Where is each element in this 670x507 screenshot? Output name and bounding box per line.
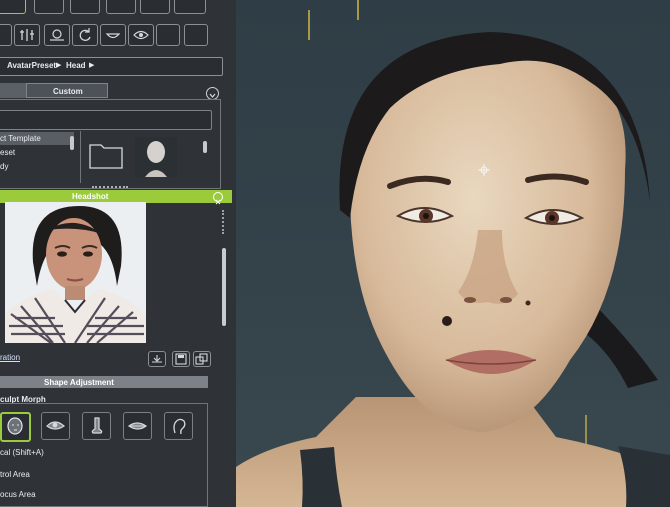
toolbar-mouth-button[interactable] xyxy=(100,24,126,46)
head-preset-image xyxy=(145,141,167,177)
shape-adjustment-title: Shape Adjustment xyxy=(44,378,114,387)
tree-item-template[interactable]: ct Template xyxy=(0,132,74,145)
toolbar-button-f[interactable] xyxy=(174,0,206,14)
toolbar-transform-button[interactable] xyxy=(14,24,40,46)
thumbnail-grid xyxy=(80,131,211,183)
refresh-icon xyxy=(79,28,91,41)
headshot-photo[interactable] xyxy=(5,202,146,343)
tab-bar: Custom xyxy=(0,83,110,98)
tab-custom-label: Custom xyxy=(53,87,83,96)
save-button[interactable] xyxy=(172,351,190,367)
head-icon xyxy=(7,417,23,435)
sculpt-nose-button[interactable] xyxy=(82,412,111,440)
headshot-title: Headshot xyxy=(72,192,109,201)
toolbar-head-button[interactable] xyxy=(44,24,70,46)
eye-icon xyxy=(46,421,65,430)
breadcrumb-separator-2: ▶ xyxy=(89,62,95,69)
toolbar-button-a[interactable] xyxy=(0,0,26,14)
control-area-label[interactable]: trol Area xyxy=(0,470,30,479)
thumbnail-scrollbar[interactable] xyxy=(203,141,207,153)
close-icon xyxy=(215,199,221,205)
toolbar-empty-button-2[interactable] xyxy=(184,24,208,46)
mouth-icon xyxy=(105,33,121,39)
toolbar-button-d[interactable] xyxy=(106,0,136,14)
sculpt-head-button[interactable] xyxy=(0,412,31,442)
breadcrumb-root[interactable]: AvatarPreset xyxy=(7,61,56,70)
transform-icon xyxy=(20,29,34,41)
import-icon xyxy=(152,355,162,363)
nose-icon xyxy=(91,417,103,434)
avatar-render xyxy=(236,0,670,507)
focus-area-label[interactable]: ocus Area xyxy=(0,490,36,499)
head-rotate-icon xyxy=(50,29,64,41)
toolbar-empty-button-1[interactable] xyxy=(156,24,180,46)
local-option-label[interactable]: cal (Shift+A) xyxy=(0,448,44,457)
breadcrumb-separator: ▶ xyxy=(56,62,62,69)
tree-item-body[interactable]: dy xyxy=(0,160,74,173)
generation-link[interactable]: ration xyxy=(0,353,20,362)
scroll-dots xyxy=(222,210,228,234)
shape-adjustment-header[interactable]: Shape Adjustment xyxy=(0,376,208,388)
photo-image xyxy=(5,202,146,343)
viewport-3d[interactable] xyxy=(236,0,670,507)
sculpt-ear-button[interactable] xyxy=(164,412,193,440)
copy-button[interactable] xyxy=(193,351,211,367)
tree-item-preset[interactable]: eset xyxy=(0,146,74,159)
tab-custom[interactable]: Custom xyxy=(26,83,108,98)
panel-scrollbar-track[interactable] xyxy=(222,210,226,330)
tree-item-label: ct Template xyxy=(0,134,41,143)
save-icon xyxy=(175,353,187,365)
eye-icon xyxy=(133,30,149,40)
headshot-bar-dots xyxy=(92,186,128,190)
toolbar-rotate-button[interactable] xyxy=(72,24,98,46)
sculpt-mouth-button[interactable] xyxy=(123,412,152,440)
import-button[interactable] xyxy=(148,351,166,367)
head-preset-thumbnail[interactable] xyxy=(135,137,177,177)
tree-item-label: dy xyxy=(0,162,9,171)
folder-thumbnail[interactable] xyxy=(86,135,126,175)
toolbar-button-b[interactable] xyxy=(34,0,64,14)
tab-preset[interactable] xyxy=(0,83,26,98)
toolbar-eye-button[interactable] xyxy=(128,24,154,46)
tree-list: ct Template eset dy xyxy=(0,132,80,180)
tree-scrollbar[interactable] xyxy=(70,136,74,150)
control-panel: AvatarPreset ▶ Head ▶ Custom ct Template… xyxy=(0,0,236,507)
folder-icon xyxy=(89,144,123,169)
breadcrumb: AvatarPreset ▶ Head ▶ xyxy=(0,57,223,76)
breadcrumb-child[interactable]: Head xyxy=(66,61,86,70)
toolbar-button-c[interactable] xyxy=(70,0,100,14)
mouth-icon xyxy=(127,422,148,430)
headshot-close-button[interactable] xyxy=(213,192,223,205)
toolbar-shape-button[interactable] xyxy=(0,24,12,46)
panel-scrollbar-thumb[interactable] xyxy=(222,248,226,326)
tree-item-label: eset xyxy=(0,148,16,157)
toolbar-button-e[interactable] xyxy=(140,0,170,14)
ear-icon xyxy=(173,418,186,435)
copy-icon xyxy=(195,353,208,365)
sculpt-eye-button[interactable] xyxy=(41,412,70,440)
